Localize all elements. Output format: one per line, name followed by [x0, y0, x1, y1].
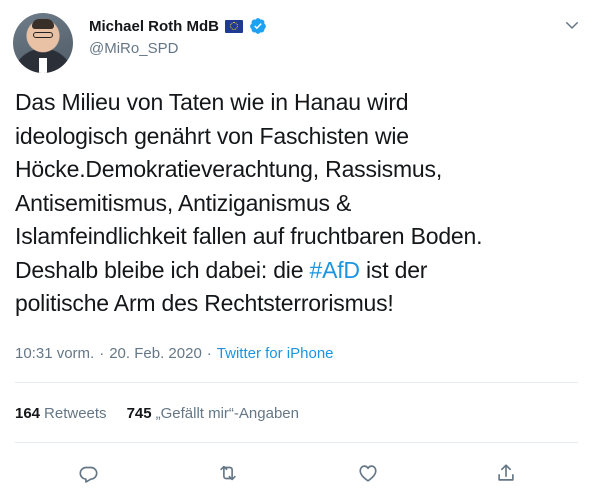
verified-badge-icon [250, 18, 266, 34]
tweet-line: Antisemitismus, Antiziganismus & [15, 189, 352, 216]
share-icon [498, 464, 514, 481]
like-button[interactable] [355, 460, 381, 486]
tweet-line: Islamfeindlichkeit fallen auf fruchtbare… [15, 223, 483, 249]
eu-flag-icon [225, 19, 243, 33]
tweet-date[interactable]: 20. Feb. 2020 [109, 345, 202, 362]
likes-stat[interactable]: 745 „Gefällt mir“-Angaben [127, 405, 299, 422]
tweet-line: Das Milieu von Taten wie in Hanau wird [15, 89, 409, 115]
tweet-line: Höcke.Demokratieverachtung, Rassismus, [15, 156, 443, 182]
tweet-line-text: Deshalb bleibe ich dabei: die [15, 256, 310, 283]
tweet-line: Deshalb bleibe ich dabei: die #AfD ist d… [15, 254, 575, 288]
likes-count: 745 [126, 405, 152, 422]
hashtag-link[interactable]: #AfD [309, 257, 360, 283]
heart-icon [359, 465, 377, 482]
share-button[interactable] [493, 460, 519, 486]
tweet-meta: 10:31 vorm. · 20. Feb. 2020 · Twitter fo… [15, 345, 334, 362]
retweets-count: 164 [15, 405, 41, 422]
avatar-shirt [39, 58, 47, 73]
chevron-down-icon[interactable] [563, 16, 581, 34]
author-name[interactable]: Michael Roth MdB [89, 18, 219, 35]
tweet-line: politische Arm des Rechtsterrorismus! [15, 290, 394, 316]
author-name-row: Michael Roth MdB [89, 17, 267, 35]
divider [15, 442, 578, 443]
action-bar [0, 460, 593, 486]
tweet-text: Das Milieu von Taten wie in Hanau wird i… [15, 86, 575, 321]
tweet-time[interactable]: 10:31 vorm. [15, 345, 94, 362]
retweets-stat[interactable]: 164 Retweets [15, 405, 107, 422]
tweet-source-link[interactable]: Twitter for iPhone [217, 345, 334, 362]
reply-button[interactable] [75, 460, 101, 486]
avatar[interactable] [13, 13, 73, 73]
tweet-stats: 164 Retweets 745 „Gefällt mir“-Angaben [15, 405, 299, 422]
likes-label: „Gefällt mir“-Angaben [155, 405, 299, 422]
divider [15, 382, 578, 383]
tweet-line: ideologisch genährt von Faschisten wie [15, 122, 409, 149]
retweet-button[interactable] [215, 460, 241, 486]
retweet-icon [220, 465, 236, 481]
avatar-hair [32, 19, 54, 29]
tweet-line-text: ist der [359, 256, 428, 283]
meta-separator: · [206, 345, 212, 362]
retweets-label: Retweets [44, 405, 107, 422]
avatar-glasses [33, 32, 53, 38]
reply-icon [79, 466, 98, 483]
author-handle[interactable]: @MiRo_SPD [89, 40, 178, 57]
meta-separator: · [99, 345, 105, 362]
